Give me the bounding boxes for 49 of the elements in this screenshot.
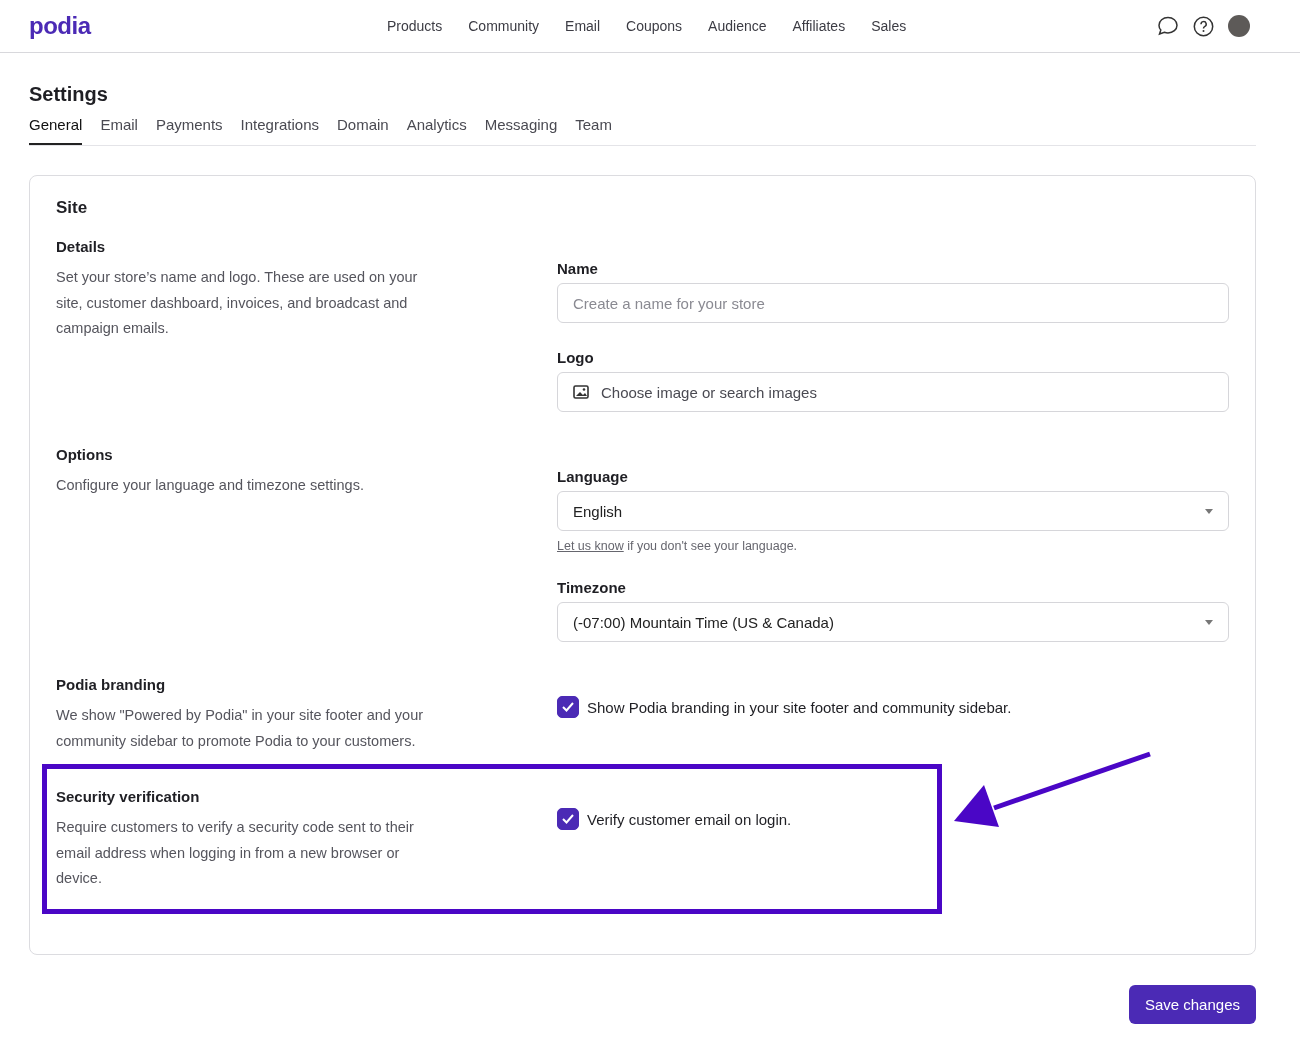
save-button[interactable]: Save changes <box>1128 984 1256 1024</box>
let-us-know-link[interactable]: Let us know <box>557 539 624 553</box>
settings-tab[interactable]: Integrations <box>240 116 319 145</box>
section-heading: Details <box>56 238 107 255</box>
card-title: Site <box>56 198 89 218</box>
logo-picker[interactable]: Choose image or search images <box>557 372 1229 412</box>
nav-link[interactable]: Community <box>468 18 540 34</box>
field-label: Logo <box>557 349 595 366</box>
section-heading: Podia branding <box>56 676 167 693</box>
image-icon <box>573 385 589 399</box>
caret-icon <box>1205 508 1213 514</box>
nav-link[interactable]: Products <box>387 18 443 34</box>
checkbox[interactable] <box>557 696 579 718</box>
nav-link[interactable]: Affiliates <box>792 18 846 34</box>
chat-icon[interactable] <box>1157 16 1179 36</box>
settings-tab[interactable]: Payments <box>155 116 223 145</box>
check-icon <box>562 814 574 824</box>
check-icon <box>562 702 574 712</box>
avatar[interactable] <box>1228 15 1250 37</box>
select-field[interactable]: English <box>557 491 1229 531</box>
settings-tab[interactable]: Team <box>575 116 612 145</box>
settings-tab[interactable]: Messaging <box>484 116 558 145</box>
nav-link[interactable]: Email <box>565 18 601 34</box>
checkbox[interactable] <box>557 808 579 830</box>
field-label: Timezone <box>557 579 627 596</box>
settings-tab[interactable]: Domain <box>337 116 389 145</box>
section-description: Require customers to verify a security code sent to their email address when logging in from a new browser or device. <box>56 818 415 888</box>
logo[interactable]: podia <box>29 12 369 40</box>
settings-tab[interactable]: General <box>29 116 83 145</box>
checkbox-label: Show Podia branding in your site footer and community sidebar. <box>587 698 1012 716</box>
section-heading: Options <box>56 446 114 463</box>
nav-link[interactable]: Coupons <box>626 18 683 34</box>
section-description: We show "Powered by Podia" in your site footer and your community sidebar to promote Podia to your customers. <box>56 706 425 751</box>
section-description: Configure your language and timezone settings. <box>56 476 365 495</box>
checkbox-label: Verify customer email on login. <box>587 810 792 828</box>
nav-link[interactable]: Sales <box>871 18 907 34</box>
nav-link[interactable]: Audience <box>708 18 767 34</box>
help-text: Let us know if you don't see your language. <box>557 539 799 553</box>
help-icon[interactable] <box>1193 15 1214 37</box>
section-description: Set your store’s name and logo. These are used on your site, customer dashboard, invoices, and broadcast and campaign emails. <box>56 268 419 338</box>
section-heading: Security verification <box>56 788 201 805</box>
page-title: Settings <box>29 83 109 106</box>
settings-tab[interactable]: Email <box>100 116 138 145</box>
settings-tab[interactable]: Analytics <box>406 116 467 145</box>
field-label: Language <box>557 468 629 485</box>
caret-icon <box>1205 619 1213 625</box>
name-field[interactable]: Create a name for your store <box>557 283 1229 323</box>
select-field[interactable]: (-07:00) Mountain Time (US & Canada) <box>557 602 1229 642</box>
field-label: Name <box>557 260 599 277</box>
